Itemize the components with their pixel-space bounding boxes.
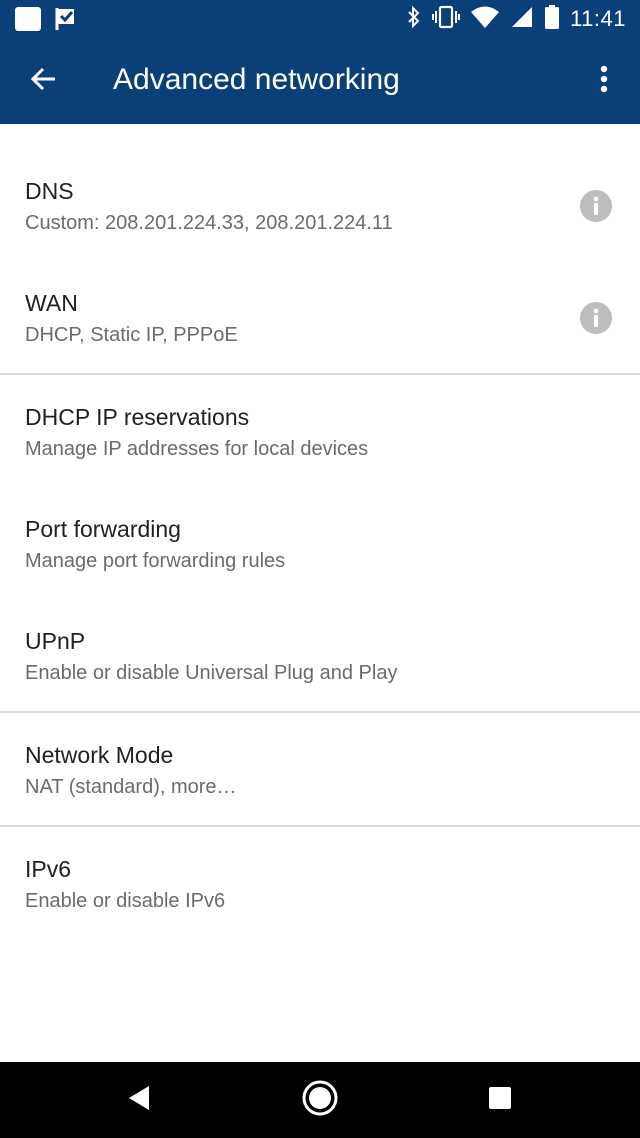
setting-title: UPnP (25, 628, 86, 654)
setting-dns[interactable]: DNS Custom: 208.201.224.33, 208.201.224.… (0, 168, 640, 280)
recents-square-icon (488, 1086, 512, 1115)
setting-title: IPv6 (25, 856, 72, 882)
vibrate-icon (432, 5, 461, 34)
divider (0, 711, 640, 713)
setting-dhcp-reservations[interactable]: DHCP IP reservations Manage IP addresses… (0, 394, 640, 506)
setting-subtitle: Manage port forwarding rules (25, 550, 286, 572)
divider (0, 825, 640, 827)
nav-recents-button[interactable] (476, 1076, 524, 1124)
cell-signal-icon (510, 5, 534, 34)
top-bar: 11:41 Advanced networking (0, 0, 640, 124)
setting-title: WAN (25, 290, 78, 316)
setting-network-mode[interactable]: Network Mode NAT (standard), more… (0, 732, 640, 844)
arrow-back-icon (30, 65, 58, 98)
setting-upnp[interactable]: UPnP Enable or disable Universal Plug an… (0, 618, 640, 730)
setting-subtitle: Enable or disable Universal Plug and Pla… (25, 662, 398, 684)
check-flag-icon (54, 6, 78, 37)
nav-home-button[interactable] (296, 1076, 344, 1124)
setting-wan[interactable]: WAN DHCP, Static IP, PPPoE (0, 280, 640, 392)
wifi-icon (470, 5, 500, 34)
more-vert-icon (600, 65, 608, 98)
setting-subtitle: NAT (standard), more… (25, 776, 237, 798)
bluetooth-icon (406, 5, 422, 34)
overflow-menu-button[interactable] (582, 59, 626, 103)
setting-port-forwarding[interactable]: Port forwarding Manage port forwarding r… (0, 506, 640, 618)
status-time: 11:41 (570, 6, 626, 31)
setting-subtitle: Manage IP addresses for local devices (25, 438, 369, 460)
info-icon[interactable] (580, 302, 612, 334)
setting-title: DHCP IP reservations (25, 404, 250, 430)
divider (0, 373, 640, 375)
setting-title: DNS (25, 178, 74, 204)
setting-title: Network Mode (25, 742, 174, 768)
setting-subtitle: DHCP, Static IP, PPPoE (25, 324, 238, 346)
setting-ipv6[interactable]: IPv6 Enable or disable IPv6 (0, 846, 640, 958)
setting-subtitle: Enable or disable IPv6 (25, 890, 226, 912)
battery-icon (544, 4, 560, 35)
page-title: Advanced networking (113, 63, 400, 96)
setting-subtitle: Custom: 208.201.224.33, 208.201.224.11 (25, 212, 393, 234)
setting-title: Port forwarding (25, 516, 181, 542)
square-notification-icon (14, 6, 42, 37)
home-circle-icon (301, 1079, 339, 1122)
nav-back-button[interactable] (116, 1076, 164, 1124)
system-nav-bar (0, 1062, 640, 1138)
back-button[interactable] (22, 59, 66, 103)
app-bar: Advanced networking (0, 38, 640, 124)
info-icon[interactable] (580, 190, 612, 222)
status-bar: 11:41 (0, 0, 640, 38)
back-triangle-icon (127, 1084, 153, 1117)
